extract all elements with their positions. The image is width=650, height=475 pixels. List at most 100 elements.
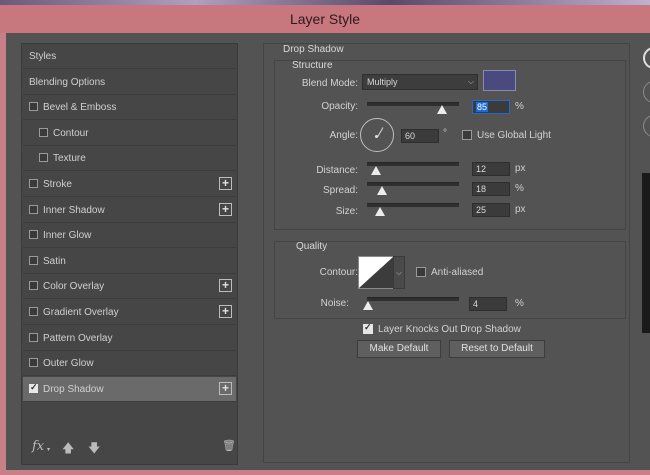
style-item-label: Stroke <box>43 179 72 190</box>
size-field[interactable]: 25 <box>472 203 510 217</box>
title-bar: Layer Style <box>0 5 650 33</box>
opacity-field[interactable]: 85 <box>472 100 510 114</box>
quality-title: Quality <box>296 241 328 252</box>
add-style-icon[interactable]: + <box>219 279 232 293</box>
angle-label: Angle: <box>329 130 358 141</box>
noise-slider-thumb[interactable] <box>363 301 373 310</box>
anti-aliased-checkbox[interactable] <box>416 267 426 277</box>
style-item-bevel-emboss[interactable]: Bevel & Emboss <box>23 95 236 121</box>
distance-slider-thumb[interactable] <box>371 166 381 175</box>
style-item-label: Styles <box>29 51 57 62</box>
noise-field[interactable]: 4 <box>469 297 507 311</box>
layer-knocks-out-checkbox[interactable] <box>363 322 373 334</box>
style-item-label: Inner Glow <box>43 230 92 242</box>
use-global-light-checkbox[interactable] <box>462 130 472 140</box>
style-item-checkbox[interactable] <box>39 153 48 163</box>
style-item-checkbox[interactable] <box>29 204 38 214</box>
distance-field[interactable]: 12 <box>472 162 510 176</box>
contour-label: Contour: <box>319 267 358 278</box>
style-item-satin[interactable]: Satin <box>23 249 236 274</box>
style-item-checkbox[interactable] <box>39 127 48 137</box>
contour-preview[interactable] <box>358 256 394 289</box>
add-style-icon[interactable]: + <box>219 305 232 318</box>
layer-style-dialog: Styles Blending Options Bevel & Emboss Cont… <box>6 33 650 470</box>
distance-unit: px <box>515 163 526 174</box>
style-item-checkbox[interactable] <box>29 255 38 265</box>
styles-list-footer: fx ▾ 🡅 🡇 🗑 <box>22 430 237 464</box>
ok-round-button[interactable] <box>643 47 650 69</box>
anti-aliased-label: Anti-aliased <box>431 267 484 278</box>
style-item-label: Outer Glow <box>43 358 94 370</box>
settings-panel: Drop Shadow Structure Blend Mode: Multip… <box>263 43 630 463</box>
style-item-checkbox[interactable] <box>29 281 38 291</box>
noise-unit: % <box>515 298 524 309</box>
blend-mode-label: Blend Mode: <box>301 78 358 89</box>
section-title: Drop Shadow <box>283 44 344 55</box>
style-item-checkbox[interactable] <box>29 332 38 342</box>
new-style-round-button[interactable] <box>643 115 650 137</box>
style-item-contour[interactable]: Contour <box>23 121 236 146</box>
angle-field[interactable]: 60 <box>401 129 439 143</box>
style-item-stroke[interactable]: Stroke + <box>23 172 236 197</box>
style-item-styles[interactable]: Styles <box>23 44 236 69</box>
styles-list-panel: Styles Blending Options Bevel & Emboss Cont… <box>21 43 238 465</box>
contour-dropdown[interactable]: ⌵ <box>393 256 405 289</box>
style-item-label: Drop Shadow <box>43 383 104 395</box>
blend-mode-select[interactable]: Multiply ⌵ <box>362 74 478 90</box>
style-item-label: Contour <box>53 127 89 139</box>
cancel-round-button[interactable] <box>643 81 650 103</box>
arrow-down-icon[interactable]: 🡇 <box>88 439 100 460</box>
size-slider-thumb[interactable] <box>375 207 385 216</box>
spread-unit: % <box>515 183 524 194</box>
style-item-checkbox[interactable] <box>29 179 38 188</box>
style-item-blending-options[interactable]: Blending Options <box>23 70 236 95</box>
add-style-icon[interactable]: + <box>219 381 232 395</box>
quality-group: Quality Contour: ⌵ Anti-aliased Noise: 4… <box>274 241 626 319</box>
style-item-inner-shadow[interactable]: Inner Shadow + <box>23 198 236 223</box>
arrow-up-icon[interactable]: 🡅 <box>62 439 74 460</box>
trash-icon[interactable]: 🗑 <box>222 439 236 452</box>
layer-knocks-out-label: Layer Knocks Out Drop Shadow <box>378 324 521 335</box>
chevron-down-icon: ⌵ <box>467 77 474 86</box>
spread-slider-thumb[interactable] <box>377 186 387 195</box>
spread-field[interactable]: 18 <box>472 182 510 196</box>
size-label: Size: <box>335 206 358 217</box>
style-item-label: Color Overlay <box>43 281 105 293</box>
style-item-label: Satin <box>43 255 66 267</box>
style-item-color-overlay[interactable]: Color Overlay + <box>23 274 236 300</box>
style-item-gradient-overlay[interactable]: Gradient Overlay + <box>23 300 236 325</box>
style-item-checkbox[interactable] <box>29 382 38 393</box>
style-item-drop-shadow[interactable]: Drop Shadow + <box>23 376 236 402</box>
shadow-color-swatch[interactable] <box>483 70 516 91</box>
make-default-button[interactable]: Make Default <box>357 340 441 358</box>
angle-dial-center <box>375 135 378 138</box>
fx-button[interactable]: fx <box>32 439 44 454</box>
style-item-checkbox[interactable] <box>29 358 38 368</box>
add-style-icon[interactable]: + <box>219 177 232 190</box>
style-item-label: Gradient Overlay <box>43 307 119 318</box>
angle-unit: ° <box>443 128 447 139</box>
style-item-label: Bevel & Emboss <box>43 102 117 114</box>
structure-title: Structure <box>292 60 333 71</box>
style-item-outer-glow[interactable]: Outer Glow <box>23 351 236 377</box>
preview-scrollbar[interactable] <box>642 173 650 333</box>
angle-dial-hand <box>377 127 384 138</box>
structure-group: Structure Blend Mode: Multiply ⌵ Opacity… <box>274 60 626 230</box>
blend-mode-value: Multiply <box>367 77 398 87</box>
style-item-inner-glow[interactable]: Inner Glow <box>23 223 236 249</box>
spread-label: Spread: <box>322 185 358 196</box>
style-item-checkbox[interactable] <box>29 230 38 240</box>
angle-dial[interactable] <box>360 118 394 152</box>
style-item-label: Texture <box>53 153 86 165</box>
style-item-checkbox[interactable] <box>29 307 38 316</box>
style-item-texture[interactable]: Texture <box>23 146 236 172</box>
window-title: Layer Style <box>289 11 361 27</box>
noise-slider[interactable] <box>367 297 459 301</box>
style-item-pattern-overlay[interactable]: Pattern Overlay <box>23 326 236 351</box>
opacity-slider-thumb[interactable] <box>436 105 447 114</box>
add-style-icon[interactable]: + <box>219 202 232 216</box>
style-item-checkbox[interactable] <box>29 102 38 112</box>
contour-curve-icon <box>359 257 393 288</box>
noise-label: Noise: <box>320 298 349 309</box>
reset-to-default-button[interactable]: Reset to Default <box>449 340 545 358</box>
